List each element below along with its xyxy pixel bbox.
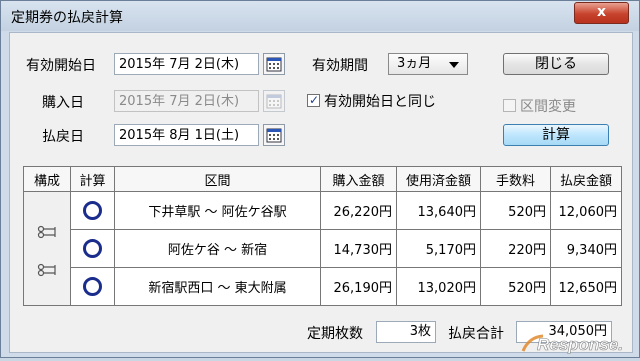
refund-total-label: 払戻合計	[448, 326, 504, 342]
close-button[interactable]: 閉じる	[503, 53, 609, 75]
same-as-start-label: 有効開始日と同じ	[324, 94, 436, 110]
section-cell: 新宿駅西口 ～ 東大附属	[114, 267, 321, 306]
section-cell: 阿佐ケ谷 ～ 新宿	[114, 229, 321, 268]
circle-icon	[83, 277, 102, 296]
refund-table: 構成 計算 区間 購入金額 使用済金額 手数料 払戻金額 下井草駅 ～ 阿佐ケ谷…	[23, 166, 622, 306]
dialog-body: 有効開始日 2015年 7月 2日(木) 有効期間 3ヵ月 閉じる 購入日 20…	[9, 32, 633, 353]
composition-cell	[23, 191, 71, 306]
refund-date-field[interactable]: 2015年 8月 1日(土)	[114, 124, 259, 146]
column-header: 使用済金額	[396, 166, 481, 192]
title-bar: 定期券の払戻計算 x	[1, 1, 639, 31]
refund-amount-cell: 12,060円	[550, 191, 622, 230]
valid-start-label: 有効開始日	[26, 58, 96, 74]
table-row[interactable]: 阿佐ケ谷 ～ 新宿 14,730円 5,170円 220円 9,340円	[24, 229, 622, 268]
change-section-checkbox	[503, 99, 516, 112]
watermark-text: Response.	[537, 335, 623, 354]
response-watermark: Response.	[519, 331, 639, 357]
column-header: 構成	[23, 166, 71, 192]
valid-period-value: 3ヵ月	[397, 56, 432, 71]
used-amount-cell: 13,020円	[396, 267, 481, 306]
circle-icon	[83, 201, 102, 220]
column-header: 購入金額	[320, 166, 397, 192]
circle-icon	[83, 239, 102, 258]
ticket-count-label: 定期枚数	[307, 326, 363, 342]
ticket-count-value: 3枚	[376, 321, 436, 343]
column-header: 手数料	[480, 166, 551, 192]
change-section-label: 区間変更	[520, 99, 576, 115]
window-close-button[interactable]: x	[574, 2, 629, 24]
table-row[interactable]: 下井草駅 ～ 阿佐ケ谷駅 26,220円 13,640円 520円 12,060…	[23, 191, 622, 306]
table-row[interactable]: 新宿駅西口 ～ 東大附属 26,190円 13,020円 520円 12,650…	[24, 267, 622, 306]
valid-start-calendar-icon[interactable]	[263, 53, 285, 75]
column-header: 計算	[70, 166, 115, 192]
refund-amount-cell: 9,340円	[550, 229, 622, 268]
fee-cell: 520円	[480, 267, 551, 306]
section-cell: 下井草駅 ～ 阿佐ケ谷駅	[114, 191, 321, 230]
column-header: 払戻金額	[550, 166, 622, 192]
purchase-calendar-icon	[263, 90, 285, 112]
window-title: 定期券の払戻計算	[11, 10, 123, 26]
refund-calendar-icon[interactable]	[263, 124, 285, 146]
calc-flag-cell[interactable]	[70, 191, 115, 230]
refund-date-label: 払戻日	[42, 129, 84, 145]
calc-flag-cell[interactable]	[70, 267, 115, 306]
checkmark-icon: ✓	[309, 93, 320, 107]
table-header-row: 構成 計算 区間 購入金額 使用済金額 手数料 払戻金額	[23, 166, 622, 192]
used-amount-cell: 13,640円	[396, 191, 481, 230]
column-header: 区間	[114, 166, 321, 192]
link-chain-icon	[37, 225, 56, 276]
valid-start-date-field[interactable]: 2015年 7月 2日(木)	[114, 53, 259, 75]
calc-flag-cell[interactable]	[70, 229, 115, 268]
refund-amount-cell: 12,650円	[550, 267, 622, 306]
fee-cell: 220円	[480, 229, 551, 268]
purchase-date-field: 2015年 7月 2日(木)	[114, 90, 259, 112]
purchase-date-label: 購入日	[42, 95, 84, 111]
calculate-button[interactable]: 計算	[503, 124, 609, 146]
refund-calc-window: 定期券の払戻計算 x 有効開始日 2015年 7月 2日(木) 有効期間 3ヵ月…	[0, 0, 640, 358]
purchase-amount-cell: 26,190円	[320, 267, 397, 306]
same-as-start-checkbox[interactable]: ✓	[307, 93, 320, 107]
purchase-amount-cell: 14,730円	[320, 229, 397, 268]
chevron-down-icon	[449, 62, 459, 68]
fee-cell: 520円	[480, 191, 551, 230]
valid-period-select[interactable]: 3ヵ月	[388, 53, 468, 75]
purchase-amount-cell: 26,220円	[320, 191, 397, 230]
used-amount-cell: 5,170円	[396, 229, 481, 268]
valid-period-label: 有効期間	[312, 58, 368, 74]
